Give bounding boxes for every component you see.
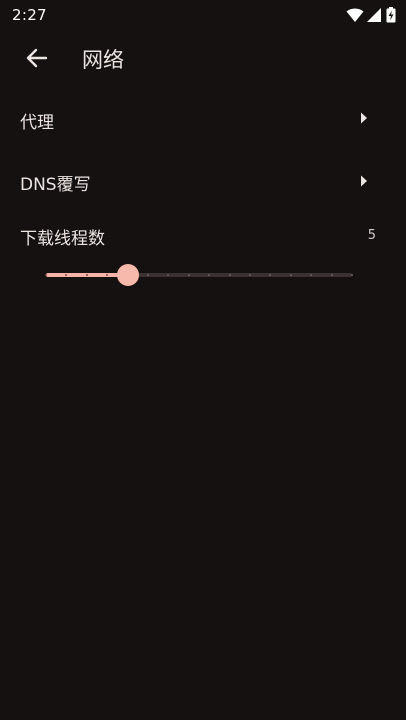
slider-tick-mark	[330, 274, 333, 276]
proxy-setting-label: 代理	[20, 113, 54, 133]
proxy-setting[interactable]: 代理	[0, 90, 406, 146]
status-time: 2:27	[12, 6, 47, 24]
wifi-icon	[346, 8, 364, 22]
app-bar: 网络	[0, 30, 406, 86]
slider-tick-mark	[351, 274, 353, 276]
slider-tick-mark	[228, 274, 231, 276]
slider-tick-mark	[187, 274, 190, 276]
chevron-right-icon	[361, 112, 367, 124]
page-title: 网络	[82, 48, 124, 72]
slider-thumb[interactable]	[116, 264, 139, 286]
battery-charging-icon	[386, 7, 396, 23]
dns-override-setting-label: DNS覆写	[20, 175, 91, 195]
cellular-signal-icon	[367, 8, 381, 22]
arrow-left-icon	[26, 48, 48, 68]
slider-tick-mark	[147, 274, 149, 276]
slider-tick-mark	[85, 274, 88, 276]
download-threads-value: 5	[367, 228, 376, 243]
slider-tick-mark	[289, 274, 292, 276]
back-button[interactable]	[22, 44, 54, 72]
chevron-right-icon	[361, 175, 367, 187]
download-threads-slider[interactable]	[40, 262, 358, 290]
dns-override-setting[interactable]: DNS覆写	[0, 152, 406, 208]
download-threads-label: 下载线程数	[20, 229, 105, 249]
status-bar: 2:27	[0, 0, 406, 30]
slider-tick-mark	[249, 274, 251, 276]
slider-tick-mark	[45, 274, 47, 276]
